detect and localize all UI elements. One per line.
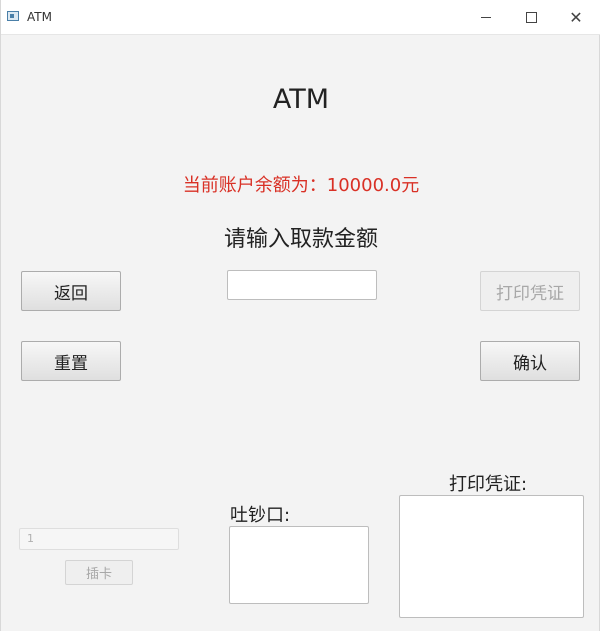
title-bar: ATM ✕ [1, 0, 600, 35]
amount-input[interactable] [227, 270, 377, 300]
page-title: ATM [272, 84, 330, 115]
cash-slot-label: 吐钞口: [230, 505, 291, 526]
window-title: ATM [27, 10, 52, 24]
confirm-button[interactable]: 确认 [480, 341, 580, 381]
insert-card-button[interactable]: 插卡 [65, 560, 133, 585]
close-button[interactable]: ✕ [553, 0, 599, 34]
receipt-label: 打印凭证: [449, 474, 528, 495]
cash-slot-area[interactable] [229, 526, 369, 604]
app-window: ATM ✕ ATM 当前账户余额为：10000.0元 请输入取款金额 返回 打印… [0, 0, 600, 631]
withdraw-prompt: 请输入取款金额 [223, 227, 378, 252]
minimize-button[interactable] [463, 0, 509, 34]
minimize-icon [481, 16, 491, 18]
maximize-icon [525, 11, 537, 23]
close-icon: ✕ [569, 7, 583, 27]
card-number-input[interactable]: 1 [19, 528, 179, 550]
maximize-button[interactable] [508, 0, 554, 34]
receipt-area[interactable] [399, 495, 584, 618]
app-icon [7, 11, 19, 21]
print-receipt-button[interactable]: 打印凭证 [480, 271, 580, 311]
reset-button[interactable]: 重置 [21, 341, 121, 381]
back-button[interactable]: 返回 [21, 271, 121, 311]
balance-text: 当前账户余额为：10000.0元 [182, 175, 420, 196]
